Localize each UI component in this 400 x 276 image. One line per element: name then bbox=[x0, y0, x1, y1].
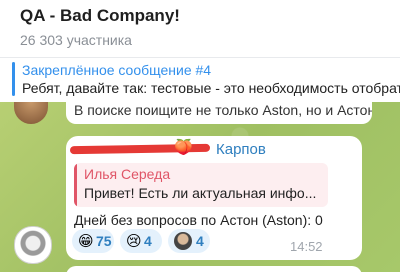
reply-indicator bbox=[74, 163, 77, 207]
peach-icon: 🍑 bbox=[174, 139, 193, 156]
reply-author: Илья Середа bbox=[84, 166, 171, 182]
pinned-indicator bbox=[12, 62, 15, 96]
message-time: 14:52 bbox=[290, 239, 323, 254]
reaction-count: 4 bbox=[144, 233, 152, 249]
sender-name[interactable]: Карпов bbox=[216, 141, 266, 158]
reaction-count: 75 bbox=[96, 233, 112, 249]
message-bubble[interactable]: 🍑 Карпов Илья Середа Привет! Есть ли акт… bbox=[66, 136, 362, 260]
chat-header[interactable]: QA - Bad Company! 26 303 участника bbox=[0, 0, 400, 56]
pinned-title: Закреплённое сообщение #4 bbox=[22, 62, 212, 78]
reply-text: Привет! Есть ли актуальная инфо... bbox=[84, 185, 317, 201]
reaction-avatar[interactable]: 4 bbox=[168, 229, 210, 253]
member-count: 26 303 участника bbox=[20, 32, 132, 48]
reply-quote[interactable]: Илья Середа Привет! Есть ли актуальная и… bbox=[74, 163, 328, 207]
message-text: Дней без вопросов по Астон (Aston): 0 bbox=[74, 212, 323, 228]
crying-face-icon: 😢 bbox=[126, 233, 142, 250]
reaction-grinning[interactable]: 😁 75 bbox=[72, 229, 114, 253]
pinned-text: Ребят, давайте так: тестовые - это необх… bbox=[22, 80, 400, 96]
reaction-crying[interactable]: 😢 4 bbox=[120, 229, 162, 253]
grinning-face-icon: 😁 bbox=[78, 233, 94, 250]
chat-title: QA - Bad Company! bbox=[20, 6, 180, 25]
message-text: В поиске поищите не только Aston, но и А… bbox=[74, 102, 372, 118]
message-bubble-previous[interactable]: В поиске поищите не только Aston, но и А… bbox=[66, 102, 372, 124]
reaction-count: 4 bbox=[196, 233, 204, 249]
avatar[interactable] bbox=[14, 226, 52, 264]
reactor-avatar-icon bbox=[174, 232, 192, 250]
pinned-message-bar[interactable]: Закреплённое сообщение #4 Ребят, давайте… bbox=[0, 57, 400, 103]
message-bubble-next[interactable] bbox=[66, 266, 362, 276]
